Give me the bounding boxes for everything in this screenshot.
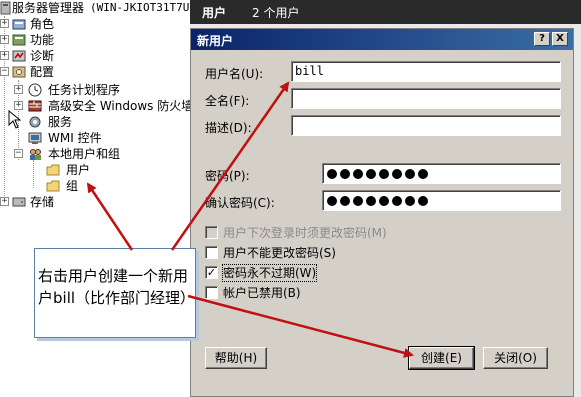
expand-icon[interactable]: + <box>14 85 23 94</box>
confirm-password-label: 确认密码(C): <box>205 196 275 210</box>
password-dot <box>327 169 337 179</box>
description-field[interactable] <box>291 115 561 136</box>
password-dot <box>327 196 337 206</box>
details-title: 用户 <box>202 6 227 20</box>
tree-connector <box>33 160 34 188</box>
tree-item-label: 用户 <box>66 162 91 178</box>
tree-item-label: 高级安全 Windows 防火墙 <box>48 99 194 113</box>
folder-icon <box>46 179 60 193</box>
tree-item-label: 组 <box>66 179 79 193</box>
password-dot <box>353 169 363 179</box>
collapse-icon[interactable]: − <box>14 149 23 158</box>
tree-item-label: 本地用户和组 <box>48 147 121 161</box>
user-count: 2 个用户 <box>252 6 300 20</box>
password-dot <box>392 169 402 179</box>
new-user-dialog: 新用户 ? X 用户名(U): bill 全名(F): 描述(D): 密码(P)… <box>190 28 574 397</box>
annotation-callout: 右击用户创建一个新用户bill（比作部门经理） <box>34 248 196 338</box>
help-icon[interactable]: ? <box>534 32 550 46</box>
tree-item-label: 诊断 <box>30 49 55 63</box>
username-field[interactable]: bill <box>291 61 561 82</box>
checkbox-label: 用户下次登录时须更改密码(M) <box>223 226 387 240</box>
tree-root-label: 服务器管理器 <box>12 1 85 15</box>
password-mask <box>327 196 428 207</box>
expand-icon[interactable]: + <box>0 19 9 28</box>
tree-item-label: 任务计划程序 <box>48 83 121 97</box>
checkbox-label: 用户不能更改密码(S) <box>223 246 336 260</box>
users-icon <box>28 147 42 161</box>
create-button[interactable]: 创建(E) <box>408 346 475 370</box>
password-dot <box>340 169 350 179</box>
fullname-field[interactable] <box>291 88 561 109</box>
checkbox-label: 密码永不过期(W) <box>221 264 318 282</box>
tree-item-label: 配置 <box>30 65 55 79</box>
close-button[interactable]: 关闭(O) <box>483 347 548 369</box>
checkbox-box[interactable] <box>205 226 218 239</box>
password-dot <box>418 169 428 179</box>
password-dot <box>418 196 428 206</box>
dialog-titlebar[interactable]: 新用户 ? X <box>191 29 573 50</box>
storage-icon <box>12 195 26 209</box>
collapse-icon[interactable]: − <box>0 67 9 76</box>
description-label: 描述(D): <box>205 121 252 135</box>
details-header: 用户 2 个用户 <box>190 0 581 24</box>
clock-icon <box>28 83 42 97</box>
password-dot <box>379 196 389 206</box>
confirm-password-field[interactable] <box>322 190 561 211</box>
tree-root-host: (WIN-JKIOT31T7U <box>90 1 190 14</box>
help-button[interactable]: 帮助(H) <box>205 347 267 369</box>
mouse-cursor-icon <box>8 110 22 129</box>
roles-icon <box>12 17 26 31</box>
checkbox-box[interactable] <box>205 246 218 259</box>
password-dot <box>405 196 415 206</box>
password-dot <box>340 196 350 206</box>
tree-item-label: 服务 <box>48 115 73 129</box>
expand-icon[interactable]: + <box>0 197 9 206</box>
password-dot <box>366 169 376 179</box>
firewall-icon <box>28 99 42 113</box>
close-icon[interactable]: X <box>552 32 568 46</box>
dialog-title: 新用户 <box>197 34 234 48</box>
username-label: 用户名(U): <box>205 67 264 81</box>
fullname-label: 全名(F): <box>205 94 250 108</box>
tree-item-label: 存储 <box>30 195 55 209</box>
expand-icon[interactable]: + <box>0 35 9 44</box>
gear-icon <box>28 115 42 129</box>
diagnostics-icon <box>12 49 26 63</box>
password-dot <box>392 196 402 206</box>
password-dot <box>353 196 363 206</box>
tree-item-label: 功能 <box>30 33 55 47</box>
folder-icon <box>46 163 60 177</box>
checkmark-icon[interactable]: ✓ <box>205 266 218 279</box>
password-field[interactable] <box>322 163 561 184</box>
password-dot <box>405 169 415 179</box>
wmi-icon <box>28 131 42 145</box>
checkbox-label: 帐户已禁用(B) <box>223 286 301 300</box>
password-mask <box>327 169 428 180</box>
expand-icon[interactable]: + <box>0 51 9 60</box>
password-dot <box>379 169 389 179</box>
features-icon <box>12 33 26 47</box>
password-label: 密码(P): <box>205 169 250 183</box>
configuration-icon <box>12 65 26 79</box>
checkbox-box[interactable] <box>205 286 218 299</box>
tree-item-label: 角色 <box>30 17 55 31</box>
tree-item-label: WMI 控件 <box>48 131 102 145</box>
expand-icon[interactable]: + <box>14 101 23 110</box>
callout-text: 右击用户创建一个新用户bill（比作部门经理） <box>38 267 196 307</box>
password-dot <box>366 196 376 206</box>
